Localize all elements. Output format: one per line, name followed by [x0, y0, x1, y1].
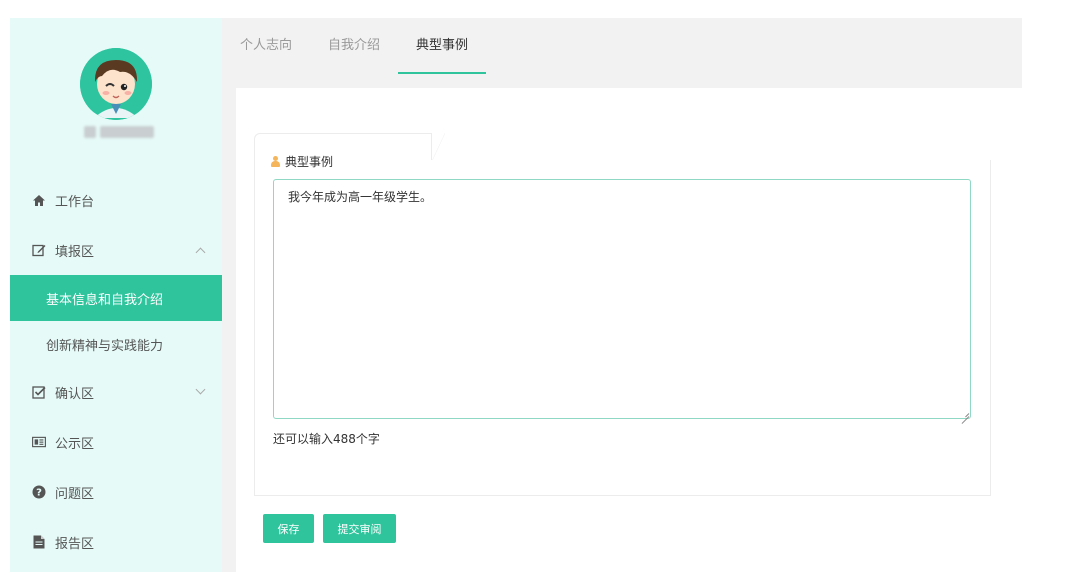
- chevron-up-icon: [195, 247, 206, 258]
- edit-icon: [32, 243, 46, 257]
- sidebar-item-fill-area[interactable]: 填报区: [10, 225, 222, 275]
- avatar-cartoon-icon: [80, 48, 152, 120]
- tab-list: 个人志向 自我介绍 典型事例: [240, 18, 504, 74]
- sidebar-item-label: 公示区: [55, 436, 95, 452]
- sidebar-subitem-label: 基本信息和自我介绍: [46, 292, 164, 308]
- content-gutter-left: [222, 74, 236, 572]
- sidebar-item-public-area[interactable]: 公示区: [10, 417, 222, 467]
- file-icon: [32, 535, 46, 549]
- board-icon: [32, 435, 46, 449]
- sidebar-subitem-innovation[interactable]: 创新精神与实践能力: [10, 321, 222, 367]
- char-counter: 还可以输入488个字: [273, 432, 380, 446]
- sidebar-item-label: 填报区: [55, 244, 95, 260]
- question-icon: ?: [32, 485, 46, 499]
- sidebar-item-report-area[interactable]: 报告区: [10, 517, 222, 567]
- section-label: 典型事例: [270, 153, 333, 169]
- person-icon: [270, 155, 280, 167]
- tab-personal-ambition[interactable]: 个人志向: [240, 18, 292, 74]
- sidebar-item-question-area[interactable]: ? 问题区: [10, 467, 222, 517]
- typical-case-textarea[interactable]: 我今年成为高一年级学生。: [273, 179, 971, 419]
- submit-review-button[interactable]: 提交审阅: [323, 514, 396, 543]
- top-tab-bar: 个人志向 自我介绍 典型事例: [222, 18, 1022, 74]
- tab-typical-cases[interactable]: 典型事例: [398, 18, 487, 74]
- sidebar-item-workbench[interactable]: 工作台: [10, 175, 222, 225]
- sidebar-subitem-basic-info[interactable]: 基本信息和自我介绍: [10, 275, 222, 321]
- sidebar-item-label: 报告区: [55, 536, 95, 552]
- save-button[interactable]: 保存: [263, 514, 314, 543]
- app-root: 工作台 填报区 基本信息和自我介绍 创新精神与实践能力 确认区 公示区 ? 问题…: [0, 0, 1080, 572]
- avatar[interactable]: [80, 48, 152, 120]
- svg-text:?: ?: [36, 488, 42, 499]
- textarea-resize-grip[interactable]: [961, 409, 969, 417]
- checkbox-icon: [32, 385, 46, 399]
- sidebar-menu: 工作台 填报区 基本信息和自我介绍 创新精神与实践能力 确认区 公示区 ? 问题…: [10, 175, 222, 567]
- sidebar: 工作台 填报区 基本信息和自我介绍 创新精神与实践能力 确认区 公示区 ? 问题…: [10, 18, 222, 572]
- chevron-down-icon: [195, 384, 206, 395]
- sidebar-item-label: 工作台: [55, 194, 95, 210]
- home-icon: [32, 193, 46, 207]
- sidebar-subitem-label: 创新精神与实践能力: [46, 338, 164, 354]
- tab-self-introduction[interactable]: 自我介绍: [328, 18, 380, 74]
- sidebar-item-label: 问题区: [55, 486, 95, 502]
- sidebar-item-confirm-area[interactable]: 确认区: [10, 367, 222, 417]
- section-label-text: 典型事例: [285, 154, 334, 169]
- user-name-blurred: [84, 126, 154, 138]
- sidebar-item-label: 确认区: [55, 386, 95, 402]
- content-gutter-top: [222, 74, 1022, 88]
